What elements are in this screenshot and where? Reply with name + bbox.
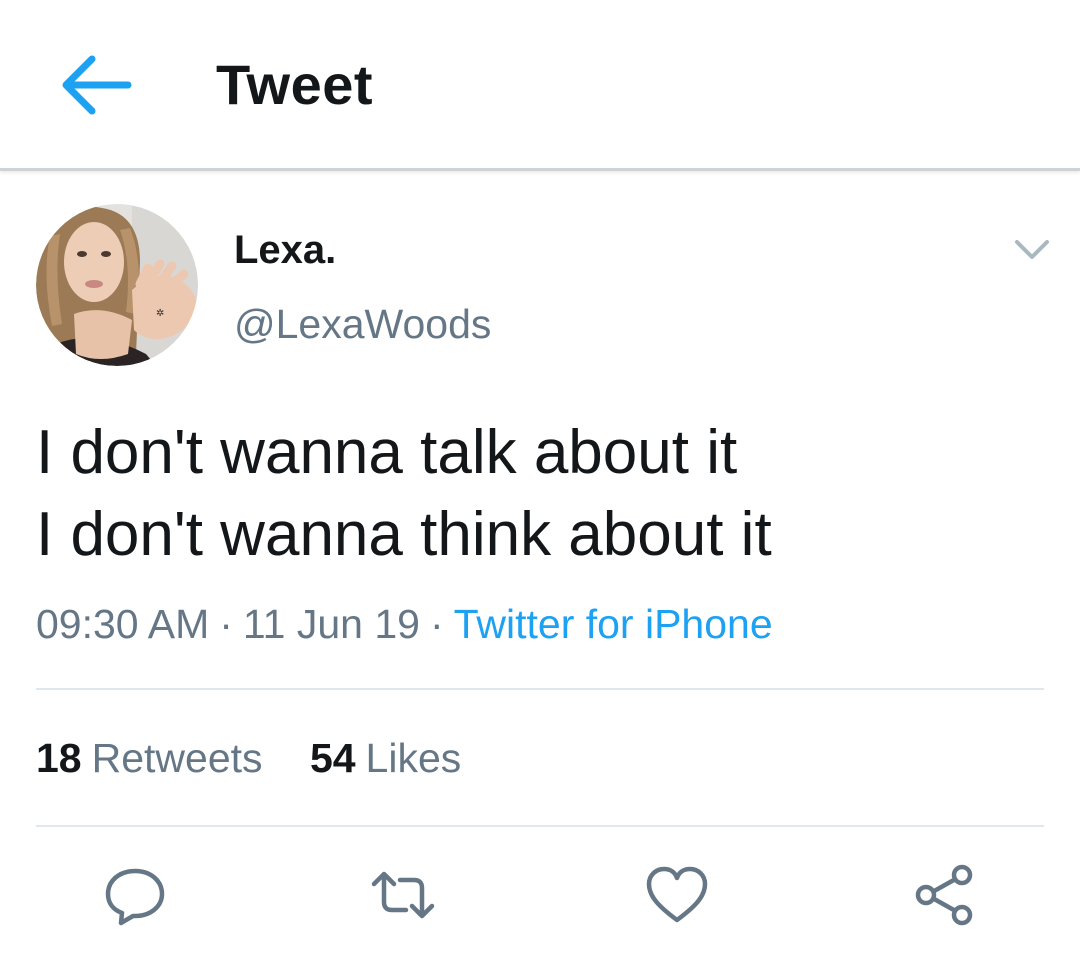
meta-separator: ·: [219, 601, 233, 647]
tweet-text-line: I don't wanna talk about it: [36, 418, 738, 487]
tweet-menu-button[interactable]: [1008, 228, 1056, 272]
page-title: Tweet: [216, 53, 374, 116]
speech-bubble-icon: [105, 868, 165, 926]
tweet-text-line: I don't wanna think about it: [36, 500, 772, 569]
svg-text:✲: ✲: [156, 308, 164, 319]
arrow-left-icon: [62, 55, 132, 115]
retweets-label: Retweets: [91, 735, 263, 781]
user-handle[interactable]: @LexaWoods: [234, 300, 491, 348]
retweet-arrows-icon: [371, 871, 435, 919]
retweets-stat[interactable]: 18 Retweets: [36, 732, 263, 784]
tweet-time: 09:30 AM: [36, 601, 210, 647]
source-link[interactable]: Twitter for iPhone: [454, 601, 773, 647]
tweet-date: 11 Jun 19: [242, 601, 420, 647]
tweet-meta: 09:30 AM · 11 Jun 19 · Twitter for iPhone: [36, 598, 773, 650]
likes-count: 54: [309, 735, 356, 781]
share-nodes-icon: [915, 864, 973, 926]
retweet-button[interactable]: [370, 862, 436, 928]
likes-stat[interactable]: 54 Likes: [310, 732, 461, 784]
meta-separator: ·: [429, 601, 444, 647]
divider: [36, 825, 1044, 827]
heart-icon: [646, 866, 708, 923]
tweet-text: I don't wanna talk about it I don't wann…: [36, 412, 1046, 576]
app-header: Tweet: [0, 0, 1080, 171]
retweets-count: 18: [36, 735, 82, 781]
back-button[interactable]: [52, 40, 142, 130]
display-name[interactable]: Lexa.: [234, 226, 336, 274]
likes-label: Likes: [365, 735, 462, 781]
share-button[interactable]: [912, 862, 978, 928]
divider: [36, 688, 1044, 690]
reply-button[interactable]: [102, 862, 168, 928]
chevron-down-icon: [1015, 240, 1049, 259]
avatar[interactable]: ✲: [36, 204, 198, 366]
tweet-stats: 18 Retweets 54 Likes: [36, 732, 461, 784]
like-button[interactable]: [644, 862, 710, 928]
profile-photo: ✲: [36, 204, 198, 366]
